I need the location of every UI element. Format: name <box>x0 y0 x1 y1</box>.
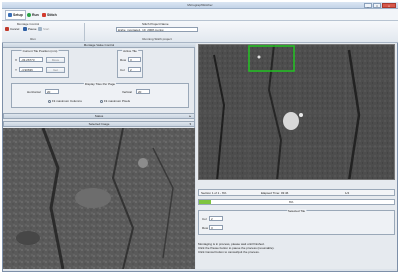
ribbon-divider <box>84 23 85 41</box>
stitch-icon <box>42 13 46 17</box>
window-title: MicrographStitcher <box>187 3 213 7</box>
run-group-label: Run <box>30 37 36 41</box>
fit-columns-label: Fit maximum Columns <box>52 99 82 103</box>
active-row-field[interactable]: 3 <box>128 57 141 62</box>
left-panel: Montage Value Control Current Tile Posit… <box>3 43 195 269</box>
cancel-label: Cancel <box>10 27 20 31</box>
minimize-button[interactable]: _ <box>364 3 372 8</box>
tab-setup[interactable]: Setup <box>5 10 26 20</box>
tab-stitch[interactable]: Stitch <box>39 10 60 20</box>
fit-pixels-label: Fit maximum Pixels <box>104 99 131 103</box>
y-label: Y <box>15 68 18 72</box>
y-position-field[interactable]: -4.90636 <box>19 67 43 72</box>
elapsed-fraction-label: 1/4 <box>345 191 350 195</box>
status-bar-label: Status <box>94 114 104 118</box>
selected-image-bar-label: Selected Image <box>88 122 110 126</box>
active-tile-group: Active Tile Row 3 Col 2 <box>117 49 143 78</box>
tab-bar: Setup Run Stitch <box>2 9 398 21</box>
selected-row-label: Row <box>202 226 209 230</box>
vertical-label: Vertical <box>122 90 132 94</box>
fit-columns-option[interactable]: Fit maximum Columns <box>48 99 82 103</box>
montage-preview-image <box>199 45 394 179</box>
status-bar[interactable]: Status ▸ <box>3 113 195 119</box>
selected-col-label: Col <box>202 217 207 221</box>
fit-pixels-radio[interactable] <box>100 99 103 103</box>
start-label: Start <box>43 27 50 31</box>
move-button[interactable]: Move <box>46 57 65 63</box>
display-tiles-title: Display Tiles Per Page <box>83 82 117 86</box>
fit-pixels-option[interactable]: Fit maximum Pixels <box>100 99 130 103</box>
x-label: X <box>15 58 18 62</box>
progress-fill <box>199 200 211 204</box>
project-name-label: Stitch Project Name <box>142 22 169 26</box>
current-tile-title: Current Tile Position (mm) <box>21 49 59 53</box>
selected-image-bar[interactable]: Selected Image ▾ <box>3 121 195 127</box>
maximize-button[interactable]: □ <box>373 3 381 8</box>
pause-label: Pause <box>28 27 37 31</box>
fit-columns-radio[interactable] <box>48 99 51 103</box>
start-icon <box>38 27 42 31</box>
montage-group-title: Montage Control <box>16 22 40 26</box>
progress-bar: 6% <box>198 199 395 205</box>
expand-arrow-icon: ▾ <box>189 122 191 126</box>
selected-micrograph-image <box>3 128 195 269</box>
run-icon <box>27 13 31 17</box>
message-line-3: Click Cancel button to cancel/quit the p… <box>198 250 260 254</box>
project-name-field[interactable]: krahe_montage1_19_2008.montw <box>116 27 198 32</box>
active-tile-title: Active Tile <box>122 49 138 53</box>
ribbon: Montage Control Cancel Pause Start Run S… <box>2 21 398 43</box>
horizontal-label: Horizontal <box>27 90 41 94</box>
tab-run-label: Run <box>32 13 39 17</box>
running-project-label: Running Stitch project <box>142 37 172 41</box>
progress-percent-label: 6% <box>289 200 294 204</box>
selected-tile-group: Selected Tile Col 2 Row 3 <box>198 209 395 235</box>
x-position-field[interactable]: -33.26773 <box>19 57 43 62</box>
selected-row-field[interactable]: 3 <box>209 225 223 230</box>
current-tile-group: Current Tile Position (mm) X -33.26773 Y… <box>11 49 69 78</box>
tile-grid-view[interactable] <box>198 44 395 180</box>
col-label: Col <box>120 68 125 72</box>
horizontal-tiles-field[interactable]: 20 <box>45 89 59 94</box>
vertical-tiles-field[interactable]: 20 <box>136 89 150 94</box>
right-panel: Section 1 of 1 - 6% Elapsed Time: 03:46 … <box>196 43 397 269</box>
progress-info-row: Section 1 of 1 - 6% Elapsed Time: 03:46 … <box>198 189 395 196</box>
setup-icon <box>8 13 12 17</box>
active-col-field[interactable]: 2 <box>128 67 141 72</box>
tab-setup-label: Setup <box>13 13 23 17</box>
display-tiles-group: Display Tiles Per Page Horizontal 20 Ver… <box>11 82 189 108</box>
close-button[interactable]: x <box>382 3 396 8</box>
selected-tile-title: Selected Tile <box>286 209 307 213</box>
status-messages: Montaging is in process, please wait unt… <box>198 242 395 254</box>
tab-stitch-label: Stitch <box>47 13 57 17</box>
montage-value-control-header: Montage Value Control <box>3 43 195 48</box>
title-bar: MicrographStitcher _ □ x <box>2 2 398 9</box>
selected-image-view[interactable] <box>3 128 195 269</box>
row-label: Row <box>120 58 127 62</box>
start-button[interactable]: Start <box>38 27 49 31</box>
cancel-icon <box>5 27 9 31</box>
selected-col-field[interactable]: 2 <box>209 216 223 221</box>
pause-icon <box>23 27 27 31</box>
get-button[interactable]: Get <box>46 67 65 73</box>
section-label: Section 1 of 1 - 6% <box>201 191 227 195</box>
elapsed-time-label: Elapsed Time: 03:46 <box>261 191 289 195</box>
pause-button[interactable]: Pause <box>23 27 37 31</box>
cancel-button[interactable]: Cancel <box>5 27 19 31</box>
collapse-arrow-icon: ▸ <box>189 114 191 118</box>
